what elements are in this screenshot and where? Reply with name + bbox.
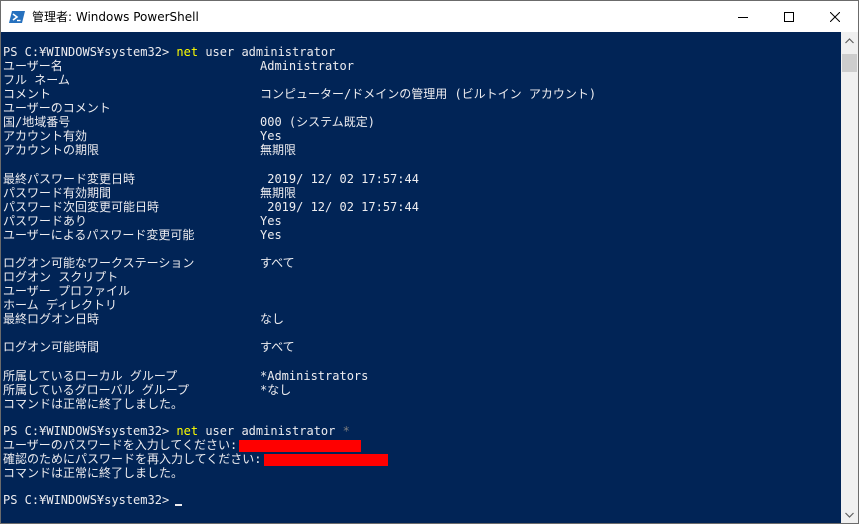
field-label: パスワード有効期間 [3, 186, 112, 200]
field-value: 2019/ 12/ 02 17:57:44 [260, 200, 419, 214]
field-label: アカウントの期限 [3, 143, 100, 157]
field-label: 所属しているローカル グループ [3, 369, 178, 383]
field-value: 2019/ 12/ 02 17:57:44 [260, 172, 419, 186]
field-value: 000 (システム既定) [260, 115, 375, 129]
powershell-window: 管理者: Windows PowerShell PS C:¥WINDOWS¥sy… [0, 0, 859, 524]
maximize-button[interactable] [766, 1, 812, 32]
status-message: コマンドは正常に終了しました。 [3, 466, 184, 480]
scrollbar-thumb[interactable] [842, 54, 857, 72]
field-label: 国/地域番号 [3, 115, 71, 129]
field-label: ユーザー プロファイル [3, 284, 130, 298]
password-prompt: ユーザーのパスワードを入力してください: [3, 438, 238, 452]
command-name: net [176, 424, 199, 438]
scroll-up-button[interactable] [841, 32, 858, 49]
scroll-down-button[interactable] [841, 506, 858, 523]
prompt: PS C:¥WINDOWS¥system32> [3, 424, 170, 438]
field-label: ログオン スクリプト [3, 270, 119, 284]
field-label: フル ネーム [3, 73, 70, 87]
field-label: 最終パスワード変更日時 [3, 172, 136, 186]
console-output[interactable]: PS C:¥WINDOWS¥system32> net user adminis… [1, 32, 841, 523]
prompt: PS C:¥WINDOWS¥system32> [3, 45, 170, 59]
field-label: 所属しているグローバル グループ [3, 383, 190, 397]
field-value: コンピューター/ドメインの管理用 (ビルトイン アカウント) [260, 87, 597, 101]
command-args: user administrator [205, 45, 336, 59]
maximize-icon [784, 11, 794, 22]
chevron-down-icon [845, 512, 854, 518]
close-icon [830, 11, 840, 22]
minimize-button[interactable] [720, 1, 766, 32]
field-value: Yes [260, 214, 282, 228]
command-operator: * [342, 424, 350, 438]
powershell-icon [9, 10, 25, 23]
field-label: パスワード次回変更可能日時 [3, 200, 160, 214]
prompt: PS C:¥WINDOWS¥system32> [3, 493, 170, 507]
status-message: コマンドは正常に終了しました。 [3, 397, 184, 411]
confirm-prompt-line: 確認のためにパスワードを再入力してください: [3, 452, 388, 466]
close-button[interactable] [812, 1, 858, 32]
field-value: すべて [260, 256, 295, 270]
confirm-prompt: 確認のためにパスワードを再入力してください: [3, 452, 262, 466]
field-value: なし [260, 312, 285, 326]
field-value: *Administrators [260, 369, 369, 383]
field-value: 無期限 [260, 143, 297, 157]
command-args: user administrator [205, 424, 336, 438]
field-value: Administrator [260, 59, 354, 73]
title-bar[interactable]: 管理者: Windows PowerShell [1, 1, 858, 32]
password-prompt-line: ユーザーのパスワードを入力してください: [3, 438, 362, 452]
caption-buttons [720, 1, 858, 32]
field-value: Yes [260, 129, 282, 143]
field-label: ホーム ディレクトリ [3, 298, 118, 312]
command-line: PS C:¥WINDOWS¥system32> net user adminis… [3, 45, 335, 59]
field-label: パスワードあり [3, 214, 88, 228]
field-label: ユーザー名 [3, 59, 63, 73]
field-value: 無期限 [260, 186, 297, 200]
vertical-scrollbar[interactable] [841, 32, 858, 523]
field-value: Yes [260, 228, 282, 242]
redacted-password-confirm [263, 453, 388, 466]
field-label: 最終ログオン日時 [3, 312, 100, 326]
field-label: アカウント有効 [3, 129, 88, 143]
field-value: すべて [260, 340, 295, 354]
chevron-up-icon [845, 37, 854, 43]
field-label: ユーザーによるパスワード変更可能 [3, 228, 195, 242]
redacted-password [239, 439, 362, 452]
command-line: PS C:¥WINDOWS¥system32> net user adminis… [3, 424, 350, 438]
field-value: *なし [260, 383, 292, 397]
field-label: コメント [3, 87, 52, 101]
field-label: ユーザーのコメント [3, 101, 111, 115]
window-title: 管理者: Windows PowerShell [32, 10, 199, 24]
minimize-icon [738, 16, 748, 18]
text-cursor [175, 504, 183, 506]
command-name: net [176, 45, 199, 59]
field-label: ログオン可能なワークステーション [3, 256, 195, 270]
field-label: ログオン可能時間 [3, 340, 100, 354]
current-prompt-line[interactable]: PS C:¥WINDOWS¥system32> [3, 493, 183, 507]
